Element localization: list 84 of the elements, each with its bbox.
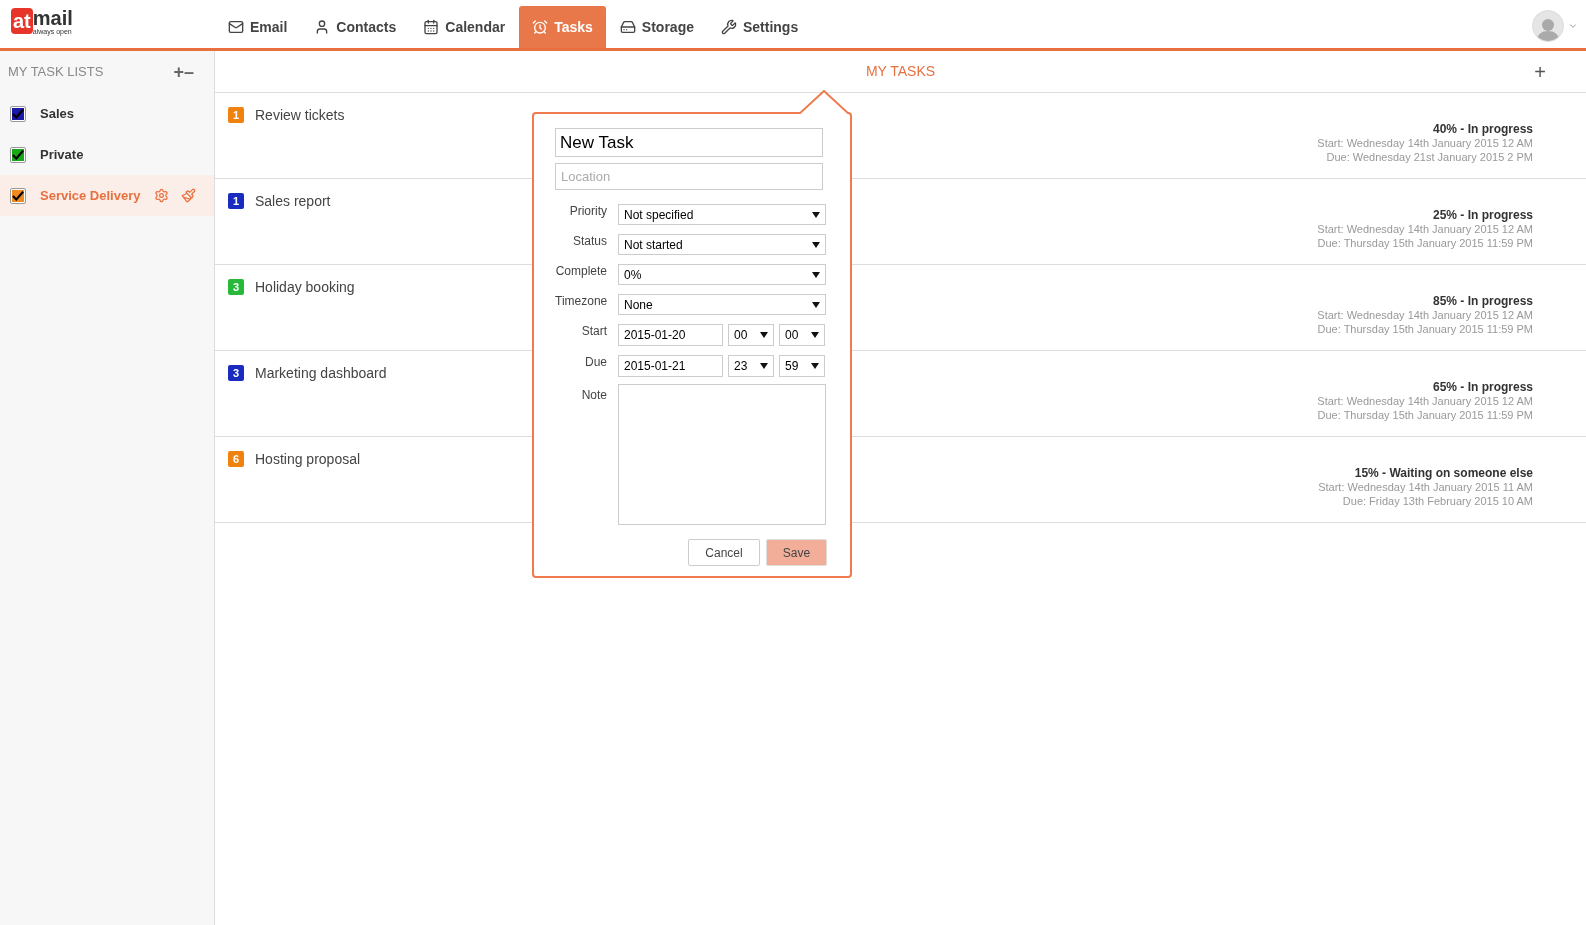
task-start: Start: Wednesday 14th January 2015 12 AM bbox=[1317, 308, 1533, 322]
hour-select[interactable]: 00 bbox=[728, 324, 774, 346]
checkbox[interactable] bbox=[10, 146, 26, 163]
caret-icon bbox=[811, 332, 819, 338]
task-due: Due: Wednesday 21st January 2015 2 PM bbox=[1326, 150, 1533, 164]
add-task-button[interactable]: + bbox=[1534, 56, 1546, 87]
priority-badge: 3 bbox=[228, 279, 244, 295]
select-field[interactable]: Not started bbox=[618, 234, 826, 255]
avatar[interactable] bbox=[1532, 10, 1564, 42]
task-due: Due: Thursday 15th January 2015 11:59 PM bbox=[1317, 236, 1533, 250]
task-start: Start: Wednesday 14th January 2015 12 AM bbox=[1317, 222, 1533, 236]
date-field[interactable]: 2015-01-20 bbox=[618, 324, 723, 346]
task-status: 25% - In progress bbox=[1432, 208, 1533, 222]
task-status: 65% - In progress bbox=[1432, 380, 1533, 394]
brush-icon[interactable] bbox=[181, 188, 197, 203]
field-label: Complete bbox=[555, 263, 607, 280]
storage-icon bbox=[619, 19, 636, 35]
field-label: Due bbox=[584, 354, 607, 371]
task-title: Review tickets bbox=[255, 106, 345, 125]
select-field[interactable]: 0% bbox=[618, 264, 826, 285]
task-list-item[interactable]: Sales bbox=[0, 93, 214, 134]
nav-tab[interactable]: Email bbox=[215, 6, 301, 48]
nav-tab[interactable]: Storage bbox=[606, 6, 707, 48]
caret-icon bbox=[760, 332, 768, 338]
logo-mark: at bbox=[11, 8, 33, 34]
logo-word: mail bbox=[32, 8, 73, 28]
remove-list-button[interactable]: – bbox=[184, 58, 194, 86]
field-label: Timezone bbox=[555, 293, 607, 310]
task-start: Start: Wednesday 14th January 2015 11 AM bbox=[1318, 480, 1533, 494]
priority-badge: 1 bbox=[228, 193, 244, 209]
mail-icon bbox=[228, 19, 244, 35]
settings-icon[interactable] bbox=[154, 188, 170, 203]
caret-icon[interactable] bbox=[1568, 21, 1578, 31]
save-button[interactable]: Save bbox=[766, 539, 827, 566]
minute-select[interactable]: 59 bbox=[779, 355, 825, 377]
nav-tab[interactable]: Settings bbox=[708, 6, 812, 48]
cancel-button[interactable]: Cancel bbox=[688, 539, 760, 566]
hour-select[interactable]: 23 bbox=[728, 355, 774, 377]
location-input[interactable]: Location bbox=[555, 163, 823, 190]
task-status: 40% - In progress bbox=[1432, 122, 1533, 136]
priority-badge: 3 bbox=[228, 365, 244, 381]
task-due: Due: Friday 13th February 2015 10 AM bbox=[1342, 494, 1533, 508]
select-field[interactable]: Not specified bbox=[618, 204, 826, 225]
note-field[interactable] bbox=[618, 384, 826, 525]
task-status: 15% - Waiting on someone else bbox=[1354, 466, 1533, 480]
title-input[interactable]: New Task bbox=[555, 128, 823, 157]
list-name: Private bbox=[40, 145, 84, 164]
field-label: Status bbox=[571, 233, 607, 250]
field-label: Start bbox=[580, 323, 607, 340]
minute-select[interactable]: 00 bbox=[779, 324, 825, 346]
tools-icon bbox=[721, 19, 737, 35]
list-name: Sales bbox=[40, 104, 74, 123]
priority-badge: 1 bbox=[228, 107, 244, 123]
caret-icon bbox=[812, 241, 820, 248]
task-title: Hosting proposal bbox=[255, 450, 361, 469]
task-start: Start: Wednesday 14th January 2015 12 AM bbox=[1317, 394, 1533, 408]
field-label: Note bbox=[580, 387, 607, 404]
select-field[interactable]: None bbox=[618, 294, 826, 315]
checkbox[interactable] bbox=[10, 187, 26, 204]
sidebar-title: MY TASK LISTS bbox=[8, 63, 104, 82]
task-title: Marketing dashboard bbox=[255, 364, 387, 383]
task-start: Start: Wednesday 14th January 2015 12 AM bbox=[1317, 136, 1533, 150]
task-status: 85% - In progress bbox=[1432, 294, 1533, 308]
caret-icon bbox=[812, 211, 820, 218]
alarm-icon bbox=[532, 19, 549, 35]
priority-badge: 6 bbox=[228, 451, 244, 467]
task-due: Due: Thursday 15th January 2015 11:59 PM bbox=[1317, 322, 1533, 336]
list-name: Service Delivery bbox=[40, 186, 141, 205]
field-label: Priority bbox=[568, 203, 607, 220]
task-list-item[interactable]: Private bbox=[0, 134, 214, 175]
caret-icon bbox=[812, 301, 820, 308]
calendar-icon bbox=[423, 19, 440, 35]
caret-icon bbox=[812, 271, 820, 278]
add-list-button[interactable]: + bbox=[173, 58, 184, 86]
task-title: Sales report bbox=[255, 192, 331, 211]
caret-icon bbox=[760, 363, 768, 369]
task-title: Holiday booking bbox=[255, 278, 355, 297]
task-due: Due: Thursday 15th January 2015 11:59 PM bbox=[1317, 408, 1533, 422]
date-field[interactable]: 2015-01-21 bbox=[618, 355, 723, 377]
section-title: MY TASKS bbox=[865, 62, 936, 81]
nav-tab[interactable]: Calendar bbox=[410, 6, 519, 48]
checkbox[interactable] bbox=[10, 105, 26, 122]
nav-tab[interactable]: Contacts bbox=[301, 6, 410, 48]
caret-icon bbox=[811, 363, 819, 369]
